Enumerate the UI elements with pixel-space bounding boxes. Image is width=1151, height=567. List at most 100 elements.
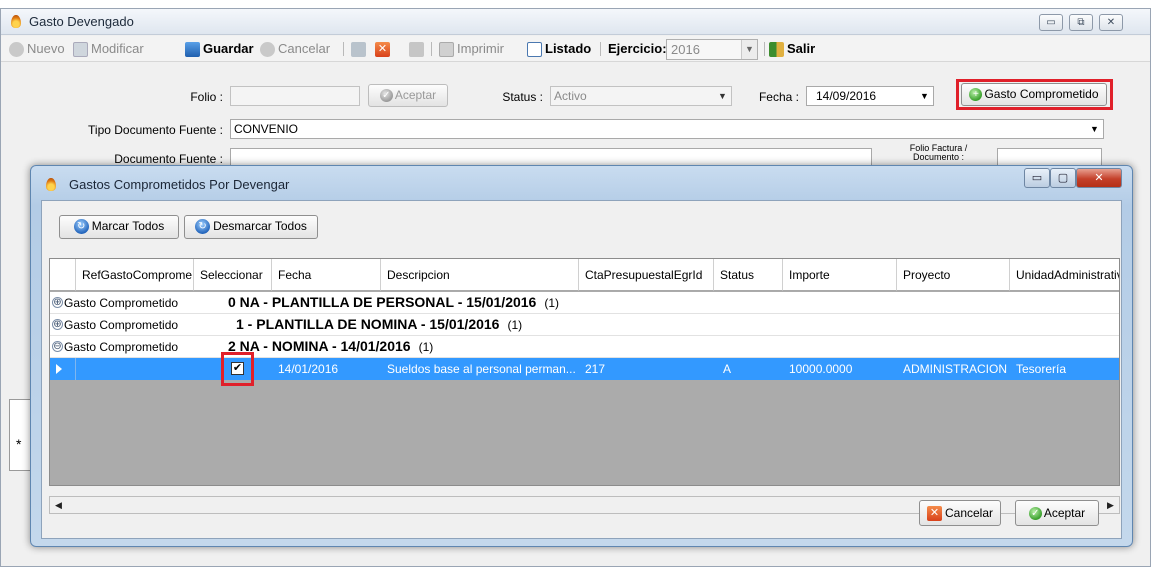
document-list-icon bbox=[527, 42, 542, 58]
grid-corner-header bbox=[50, 259, 76, 291]
nuevo-label: Nuevo bbox=[27, 41, 65, 56]
restore-button[interactable]: ⧉ bbox=[1069, 14, 1093, 31]
cancelar-dialog-button[interactable]: ✕ Cancelar bbox=[919, 500, 1001, 526]
scroll-right-icon[interactable]: ▶ bbox=[1102, 497, 1119, 513]
chevron-down-icon: ▼ bbox=[718, 91, 727, 101]
group-row[interactable]: ⊕ Gasto Comprometido 0 NA - PLANTILLA DE… bbox=[50, 292, 1119, 314]
desmarcar-todos-label: Desmarcar Todos bbox=[213, 219, 307, 233]
ejercicio-label: Ejercicio: bbox=[608, 41, 667, 56]
row-header[interactable] bbox=[50, 358, 76, 380]
column-header-cta[interactable]: CtaPresupuestalEgrId bbox=[579, 259, 714, 291]
ejercicio-select[interactable]: 2016 ▼ bbox=[666, 39, 758, 60]
column-header-refgasto[interactable]: RefGastoComprome bbox=[76, 259, 194, 291]
column-header-descripcion[interactable]: Descripcion bbox=[381, 259, 579, 291]
marcar-todos-button[interactable]: ↻ Marcar Todos bbox=[59, 215, 179, 239]
fecha-value: 14/09/2016 bbox=[816, 89, 877, 103]
cell-proyecto: ADMINISTRACION bbox=[903, 362, 1008, 376]
background-grid-rowheader: * bbox=[9, 399, 31, 471]
aceptar-dialog-label: Aceptar bbox=[1043, 506, 1086, 520]
save-icon bbox=[185, 42, 200, 58]
exit-icon bbox=[769, 42, 784, 58]
column-header-importe[interactable]: Importe bbox=[783, 259, 897, 291]
cell-cta: 217 bbox=[585, 362, 606, 376]
binoculars-icon bbox=[409, 42, 424, 58]
check-circle-icon: ✓ bbox=[379, 89, 393, 103]
salir-button[interactable]: Salir bbox=[769, 40, 815, 58]
column-header-fecha[interactable]: Fecha bbox=[272, 259, 381, 291]
group-name: Gasto Comprometido bbox=[64, 296, 179, 310]
aceptar-folio-button[interactable]: ✓ Aceptar bbox=[368, 84, 448, 107]
table-row-selected[interactable]: ✔ 14/01/2016 Sueldos base al personal pe… bbox=[50, 358, 1119, 380]
group-value: 0 NA - PLANTILLA DE PERSONAL - 15/01/201… bbox=[228, 294, 559, 310]
fecha-datepicker[interactable]: 14/09/2016 ▼ bbox=[806, 86, 934, 106]
toolbar: Nuevo Modificar Guardar Cancelar ✕ Impri… bbox=[1, 36, 1150, 62]
status-label: Status : bbox=[502, 90, 543, 104]
marcar-todos-label: Marcar Todos bbox=[91, 219, 165, 233]
minus-circle-icon bbox=[260, 42, 275, 58]
group-row[interactable]: ⊖ Gasto Comprometido 2 NA - NOMINA - 14/… bbox=[50, 336, 1119, 358]
desmarcar-todos-button[interactable]: ↻ Desmarcar Todos bbox=[184, 215, 318, 239]
current-row-arrow-icon bbox=[56, 364, 62, 374]
imprimir-button[interactable]: Imprimir bbox=[439, 40, 504, 58]
group-row[interactable]: ⊕ Gasto Comprometido 1 - PLANTILLA DE NO… bbox=[50, 314, 1119, 336]
salir-label: Salir bbox=[787, 41, 816, 56]
dialog-minimize-button[interactable]: ▭ bbox=[1024, 168, 1050, 188]
new-row-marker: * bbox=[16, 436, 22, 452]
dialog-body: ↻ Marcar Todos ↻ Desmarcar Todos RefGastoC… bbox=[41, 200, 1122, 539]
cell-status: A bbox=[723, 362, 732, 376]
folio-label: Folio : bbox=[190, 90, 223, 104]
main-window-title: Gasto Devengado bbox=[29, 14, 134, 29]
status-select[interactable]: Activo ▼ bbox=[550, 86, 732, 106]
expand-icon[interactable]: ⊕ bbox=[52, 319, 63, 330]
aceptar-folio-label: Aceptar bbox=[394, 88, 437, 102]
aceptar-dialog-button[interactable]: ✓ Aceptar bbox=[1015, 500, 1099, 526]
column-header-seleccionar[interactable]: Seleccionar bbox=[194, 259, 272, 291]
cell-descripcion: Sueldos base al personal perman... bbox=[387, 362, 576, 376]
close-button[interactable]: ✕ bbox=[1099, 14, 1123, 31]
tipo-doc-select[interactable]: CONVENIO ▼ bbox=[230, 119, 1104, 139]
status-value: Activo bbox=[554, 89, 587, 103]
modificar-label: Modificar bbox=[91, 41, 144, 56]
column-header-unidad[interactable]: UnidadAdministrativ bbox=[1010, 259, 1119, 291]
collapse-icon[interactable]: ⊖ bbox=[52, 341, 63, 352]
minimize-button[interactable]: ▭ bbox=[1039, 14, 1063, 31]
ejercicio-value: 2016 bbox=[671, 42, 700, 57]
group-value: 1 - PLANTILLA DE NOMINA - 15/01/2016 (1) bbox=[236, 316, 522, 332]
cell-importe: 10000.0000 bbox=[789, 362, 853, 376]
chevron-down-icon: ▼ bbox=[1090, 124, 1099, 134]
column-header-proyecto[interactable]: Proyecto bbox=[897, 259, 1010, 291]
gastos-grid: RefGastoComprome Seleccionar Fecha Descr… bbox=[49, 258, 1120, 486]
group-count: (1) bbox=[507, 318, 523, 332]
listado-button[interactable]: Listado bbox=[527, 40, 591, 58]
toolbar-separator bbox=[431, 42, 432, 56]
toolbar-separator bbox=[600, 42, 601, 56]
refresh-arrow-icon: ↻ bbox=[73, 219, 89, 235]
group-name: Gasto Comprometido bbox=[64, 318, 179, 332]
dialog-flame-icon bbox=[43, 177, 59, 193]
gastos-comprometidos-dialog: Gastos Comprometidos Por Devengar ▭ ▢ ✕ … bbox=[30, 165, 1133, 547]
refresh-arrow-icon: ↻ bbox=[195, 219, 211, 235]
toolbar-icon-button-2[interactable] bbox=[409, 40, 427, 58]
modificar-button[interactable]: Modificar bbox=[73, 40, 144, 58]
folio-factura-label: Folio Factura / Documento : bbox=[891, 144, 986, 162]
report-icon bbox=[351, 42, 366, 58]
doc-fuente-label: Documento Fuente : bbox=[114, 152, 223, 166]
guardar-button[interactable]: Guardar bbox=[185, 40, 254, 58]
folio-input[interactable] bbox=[230, 86, 360, 106]
folio-factura-label-line2: Documento : bbox=[912, 152, 965, 162]
toolbar-separator bbox=[764, 42, 765, 56]
delete-toolbar-button[interactable]: ✕ bbox=[375, 40, 393, 58]
group-value: 2 NA - NOMINA - 14/01/2016 (1) bbox=[228, 338, 433, 354]
imprimir-label: Imprimir bbox=[457, 41, 504, 56]
dialog-maximize-button[interactable]: ▢ bbox=[1050, 168, 1076, 188]
edit-icon bbox=[73, 42, 88, 58]
toolbar-icon-button-1[interactable] bbox=[351, 40, 369, 58]
dialog-close-button[interactable]: ✕ bbox=[1076, 168, 1122, 188]
cancelar-toolbar-button[interactable]: Cancelar bbox=[260, 40, 330, 58]
main-window-controls: ▭ ⧉ ✕ bbox=[1039, 14, 1147, 32]
column-header-status[interactable]: Status bbox=[714, 259, 783, 291]
nuevo-button[interactable]: Nuevo bbox=[9, 40, 65, 58]
printer-icon bbox=[439, 42, 454, 58]
expand-icon[interactable]: ⊕ bbox=[52, 297, 63, 308]
scroll-left-icon[interactable]: ◀ bbox=[50, 497, 67, 513]
